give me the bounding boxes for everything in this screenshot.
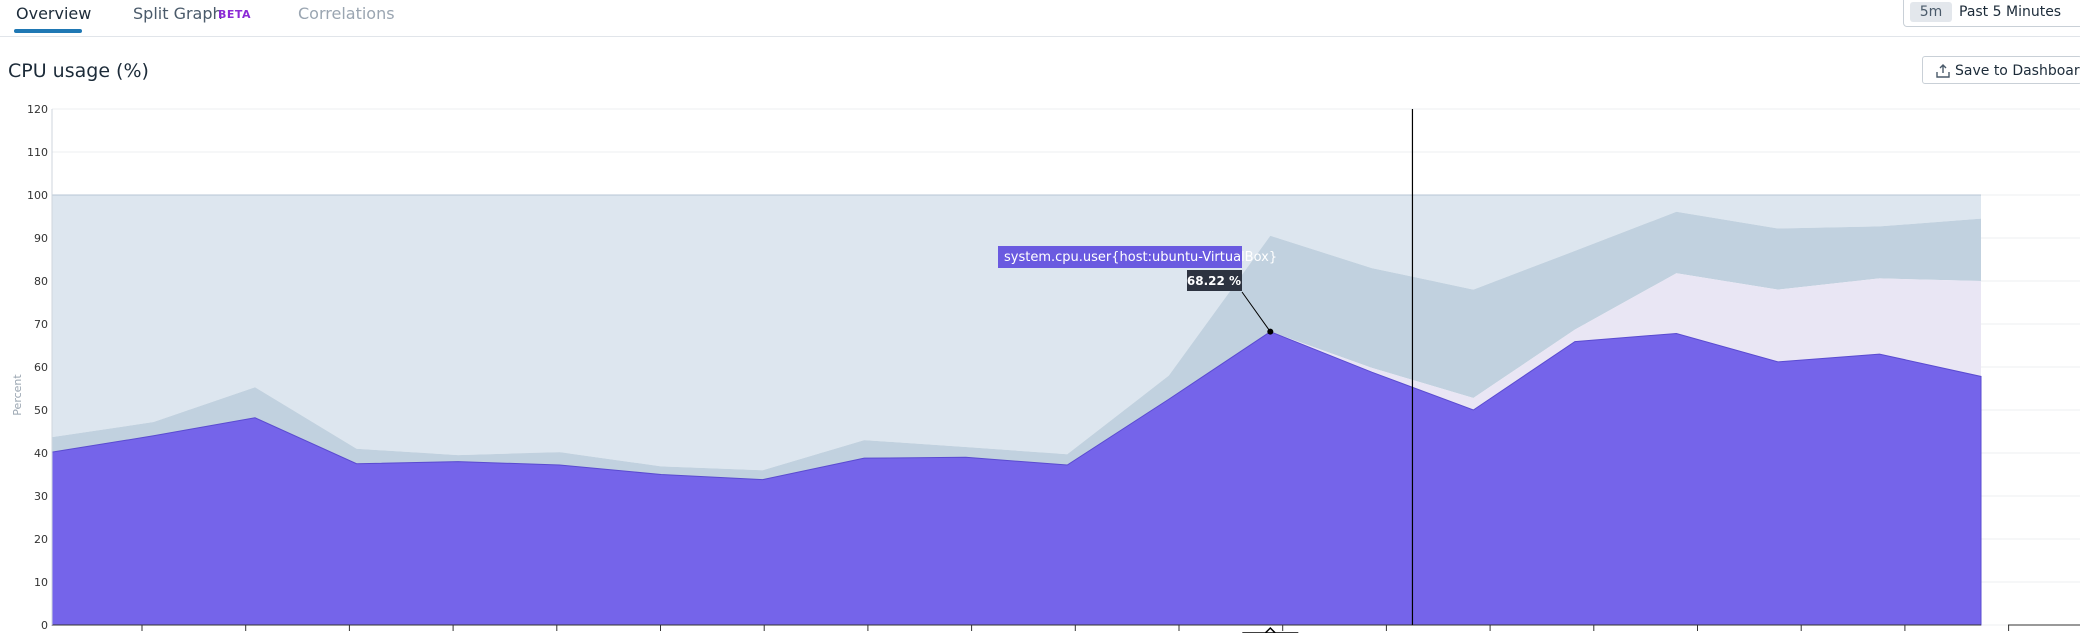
y-tick-label: 80 bbox=[34, 275, 48, 288]
y-tick-label: 20 bbox=[34, 533, 48, 546]
y-tick-label: 60 bbox=[34, 361, 48, 374]
widget-title: CPU usage (%) bbox=[8, 60, 149, 82]
y-tick-label: 40 bbox=[34, 447, 48, 460]
active-tab-indicator bbox=[14, 29, 82, 33]
y-tick-label: 10 bbox=[34, 576, 48, 589]
y-tick-label: 70 bbox=[34, 318, 48, 331]
timeframe-selector[interactable]: 5m Past 5 Minutes bbox=[1903, 0, 2080, 27]
timeframe-label: Past 5 Minutes bbox=[1959, 4, 2062, 20]
tooltip-value-label: 68.22 % bbox=[1187, 274, 1241, 288]
y-tick-label: 120 bbox=[27, 103, 48, 116]
tab-overview[interactable]: Overview bbox=[16, 3, 91, 25]
tab-correlations[interactable]: Correlations bbox=[298, 3, 395, 25]
cpu-usage-chart[interactable]: 0 10 20 30 40 50 60 70 80 90 100 110 120 Percent sys… bbox=[0, 100, 2080, 633]
save-to-dashboard-label: Save to Dashboard bbox=[1955, 63, 2080, 79]
beta-badge: BETA bbox=[218, 8, 252, 21]
y-tick-label: 90 bbox=[34, 232, 48, 245]
y-tick-label: 0 bbox=[41, 619, 48, 632]
x-hover-marker bbox=[1242, 626, 1299, 633]
tooltip-series-label: system.cpu.user{host:ubuntu-VirtualBox} bbox=[1004, 250, 1277, 265]
y-tick-label: 100 bbox=[27, 189, 48, 202]
upload-icon bbox=[1936, 64, 1950, 78]
y-tick-label: 30 bbox=[34, 490, 48, 503]
highlight-point bbox=[1267, 328, 1274, 335]
timeframe-chip[interactable]: 5m bbox=[1910, 2, 1952, 22]
y-axis-label: Percent bbox=[11, 374, 24, 416]
y-tick-label: 50 bbox=[34, 404, 48, 417]
y-tick-label: 110 bbox=[27, 146, 48, 159]
tab-split-graph[interactable]: Split Graph bbox=[133, 3, 223, 25]
save-to-dashboard-button[interactable]: Save to Dashboard bbox=[1922, 56, 2080, 84]
tab-bar: Overview Split Graph BETA Correlations 5… bbox=[0, 0, 2080, 37]
